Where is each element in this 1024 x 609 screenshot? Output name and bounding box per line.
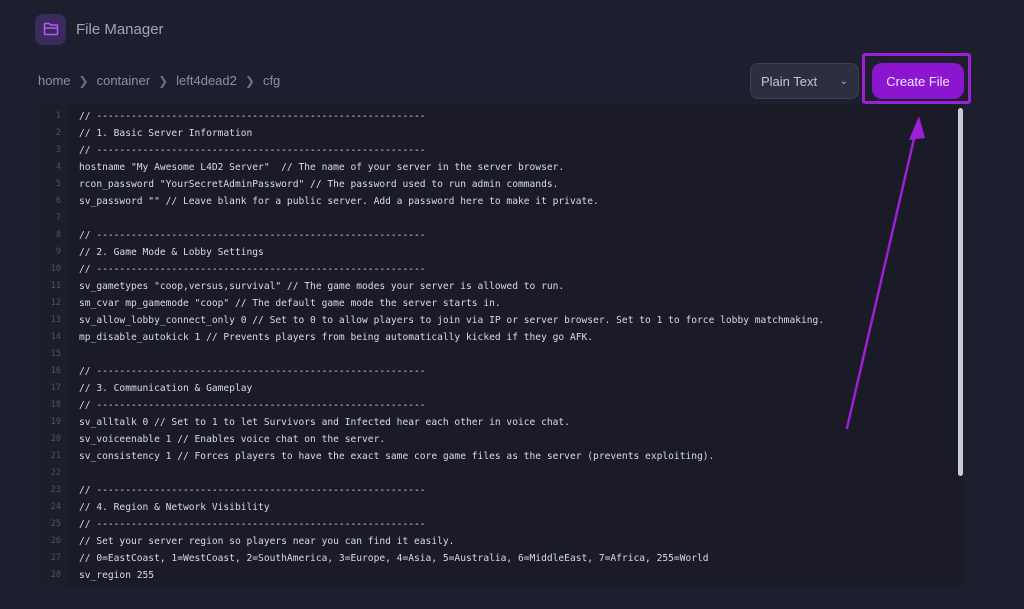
code-line: 6 sv_password "" // Leave blank for a pub… (35, 193, 963, 210)
code-text: sv_voiceenable 1 // Enables voice chat o… (79, 434, 386, 445)
line-number: 13 (50, 315, 61, 325)
code-line: 9 // 2. Game Mode & Lobby Settings (35, 244, 963, 261)
breadcrumb-home[interactable]: home (38, 73, 71, 88)
code-text: // 2. Game Mode & Lobby Settings (79, 247, 264, 258)
line-number: 21 (50, 451, 61, 461)
code-line: 12 sm_cvar mp_gamemode "coop" // The defa… (35, 295, 963, 312)
code-text: // -------------------------------------… (79, 264, 426, 275)
code-text: rcon_password "YourSecretAdminPassword" … (79, 179, 559, 190)
line-number: 27 (50, 553, 61, 563)
code-line: 5 rcon_password "YourSecretAdminPassword"… (35, 176, 963, 193)
code-text: sv_password "" // Leave blank for a publ… (79, 196, 599, 207)
code-text: // 0=EastCoast, 1=WestCoast, 2=SouthAmer… (79, 553, 709, 564)
line-number: 4 (55, 162, 61, 172)
code-line: 21 sv_consistency 1 // Forces players to … (35, 448, 963, 465)
code-line: 20 sv_voiceenable 1 // Enables voice chat… (35, 431, 963, 448)
code-line: 17 // 3. Communication & Gameplay (35, 380, 963, 397)
folder-icon (35, 13, 66, 45)
code-line: 23 // -----------------------------------… (35, 482, 963, 499)
breadcrumb-container[interactable]: container (97, 73, 150, 88)
code-line: 19 sv_alltalk 0 // Set to 1 to let Surviv… (35, 414, 963, 431)
line-number: 5 (55, 179, 61, 189)
code-text: sv_gametypes "coop,versus,survival" // T… (79, 281, 565, 292)
line-number: 16 (50, 366, 61, 376)
create-file-button[interactable]: Create File (872, 63, 964, 99)
code-text: // 3. Communication & Gameplay (79, 383, 253, 394)
line-number: 14 (50, 332, 61, 342)
code-text: // 1. Basic Server Information (79, 128, 253, 139)
line-number: 9 (55, 247, 61, 257)
line-number: 25 (50, 519, 61, 529)
language-select[interactable]: Plain Text ⌄ (750, 63, 859, 99)
line-number: 26 (50, 536, 61, 546)
code-line: 22 (35, 465, 963, 482)
code-text: // -------------------------------------… (79, 485, 426, 496)
code-line: 2 // 1. Basic Server Information (35, 125, 963, 142)
code-text: // Set your server region so players nea… (79, 536, 455, 547)
code-line: 27 // 0=EastCoast, 1=WestCoast, 2=SouthAm… (35, 550, 963, 567)
code-text: sv_region 255 (79, 570, 155, 581)
editor-scrollbar[interactable] (958, 108, 963, 476)
chevron-right-icon: ❯ (78, 73, 89, 88)
line-number: 2 (55, 128, 61, 138)
code-line: 3 // ------------------------------------… (35, 142, 963, 159)
breadcrumb: home ❯ container ❯ left4dead2 ❯ cfg (38, 73, 280, 88)
app-header: File Manager (35, 13, 164, 45)
line-number: 28 (50, 570, 61, 580)
code-text: sv_alltalk 0 // Set to 1 to let Survivor… (79, 417, 570, 428)
code-text: sv_allow_lobby_connect_only 0 // Set to … (79, 315, 825, 326)
line-number: 23 (50, 485, 61, 495)
code-line: 24 // 4. Region & Network Visibility (35, 499, 963, 516)
code-line: 16 // -----------------------------------… (35, 363, 963, 380)
code-text: // 4. Region & Network Visibility (79, 502, 270, 513)
line-number: 22 (50, 468, 61, 478)
code-text: sm_cvar mp_gamemode "coop" // The defaul… (79, 298, 501, 309)
line-number: 24 (50, 502, 61, 512)
code-line: 10 // -----------------------------------… (35, 261, 963, 278)
code-line: 15 (35, 346, 963, 363)
line-number: 15 (50, 349, 61, 359)
app-title: File Manager (76, 20, 164, 38)
code-line: 4 hostname "My Awesome L4D2 Server" // Th… (35, 159, 963, 176)
code-text: // -------------------------------------… (79, 230, 426, 241)
code-editor[interactable]: 1 // ------------------------------------… (35, 105, 963, 587)
code-line: 18 // -----------------------------------… (35, 397, 963, 414)
code-text: mp_disable_autokick 1 // Prevents player… (79, 332, 594, 343)
code-line: 1 // ------------------------------------… (35, 108, 963, 125)
language-select-value: Plain Text (761, 73, 818, 89)
code-text: // -------------------------------------… (79, 111, 426, 122)
code-lines: 1 // ------------------------------------… (35, 108, 963, 584)
code-text: hostname "My Awesome L4D2 Server" // The… (79, 162, 565, 173)
breadcrumb-cfg[interactable]: cfg (263, 73, 280, 88)
code-line: 14 mp_disable_autokick 1 // Prevents play… (35, 329, 963, 346)
line-number: 7 (55, 213, 61, 223)
code-line: 26 // Set your server region so players n… (35, 533, 963, 550)
chevron-right-icon: ❯ (158, 73, 169, 88)
breadcrumb-left4dead2[interactable]: left4dead2 (176, 73, 237, 88)
code-line: 7 (35, 210, 963, 227)
chevron-right-icon: ❯ (244, 73, 255, 88)
code-line: 11 sv_gametypes "coop,versus,survival" //… (35, 278, 963, 295)
line-number: 20 (50, 434, 61, 444)
code-line: 28 sv_region 255 (35, 567, 963, 584)
line-number: 12 (50, 298, 61, 308)
line-number: 1 (55, 111, 61, 121)
code-text: // -------------------------------------… (79, 519, 426, 530)
code-text: // -------------------------------------… (79, 145, 426, 156)
line-number: 19 (50, 417, 61, 427)
code-line: 13 sv_allow_lobby_connect_only 0 // Set t… (35, 312, 963, 329)
line-number: 10 (50, 264, 61, 274)
code-text: // -------------------------------------… (79, 400, 426, 411)
line-number: 3 (55, 145, 61, 155)
line-number: 8 (55, 230, 61, 240)
line-number: 6 (55, 196, 61, 206)
code-line: 25 // -----------------------------------… (35, 516, 963, 533)
line-number: 18 (50, 400, 61, 410)
code-text: // -------------------------------------… (79, 366, 426, 377)
line-number: 17 (50, 383, 61, 393)
chevron-down-icon: ⌄ (839, 75, 848, 87)
code-line: 8 // ------------------------------------… (35, 227, 963, 244)
code-text: sv_consistency 1 // Forces players to ha… (79, 451, 715, 462)
line-number: 11 (50, 281, 61, 291)
